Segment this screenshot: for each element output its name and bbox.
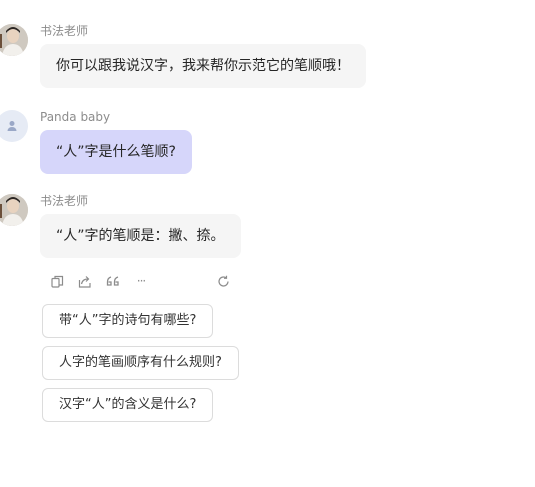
suggestion-button[interactable]: 汉字“人”的含义是什么? <box>42 388 214 422</box>
chat-page: 书法老师 你可以跟我说汉字，我来帮你示范它的笔顺哦！ Panda baby “人… <box>0 0 535 487</box>
quote-icon[interactable] <box>104 272 122 290</box>
suggestion-button[interactable]: 人字的笔画顺序有什么规则? <box>42 346 239 380</box>
share-icon[interactable] <box>76 272 94 290</box>
teacher-avatar[interactable] <box>0 194 28 226</box>
sender-name: 书法老师 <box>40 24 89 38</box>
message-bubble: 你可以跟我说汉字，我来帮你示范它的笔顺哦！ <box>40 44 366 88</box>
sender-name: 书法老师 <box>40 194 89 208</box>
sender-name: Panda baby <box>40 110 111 124</box>
user-avatar[interactable] <box>0 110 28 142</box>
copy-icon[interactable] <box>48 272 66 290</box>
suggestion-button[interactable]: 带“人”字的诗句有哪些? <box>42 304 214 338</box>
message-bubble: “人”字的笔顺是：撇、捺。 <box>40 214 241 258</box>
teacher-avatar[interactable] <box>0 24 28 56</box>
regenerate-icon[interactable] <box>214 272 232 290</box>
message-actions: ··· <box>48 272 232 290</box>
more-icon[interactable]: ··· <box>132 272 150 290</box>
message-bubble: “人”字是什么笔顺? <box>40 130 192 174</box>
user-icon <box>7 121 17 131</box>
